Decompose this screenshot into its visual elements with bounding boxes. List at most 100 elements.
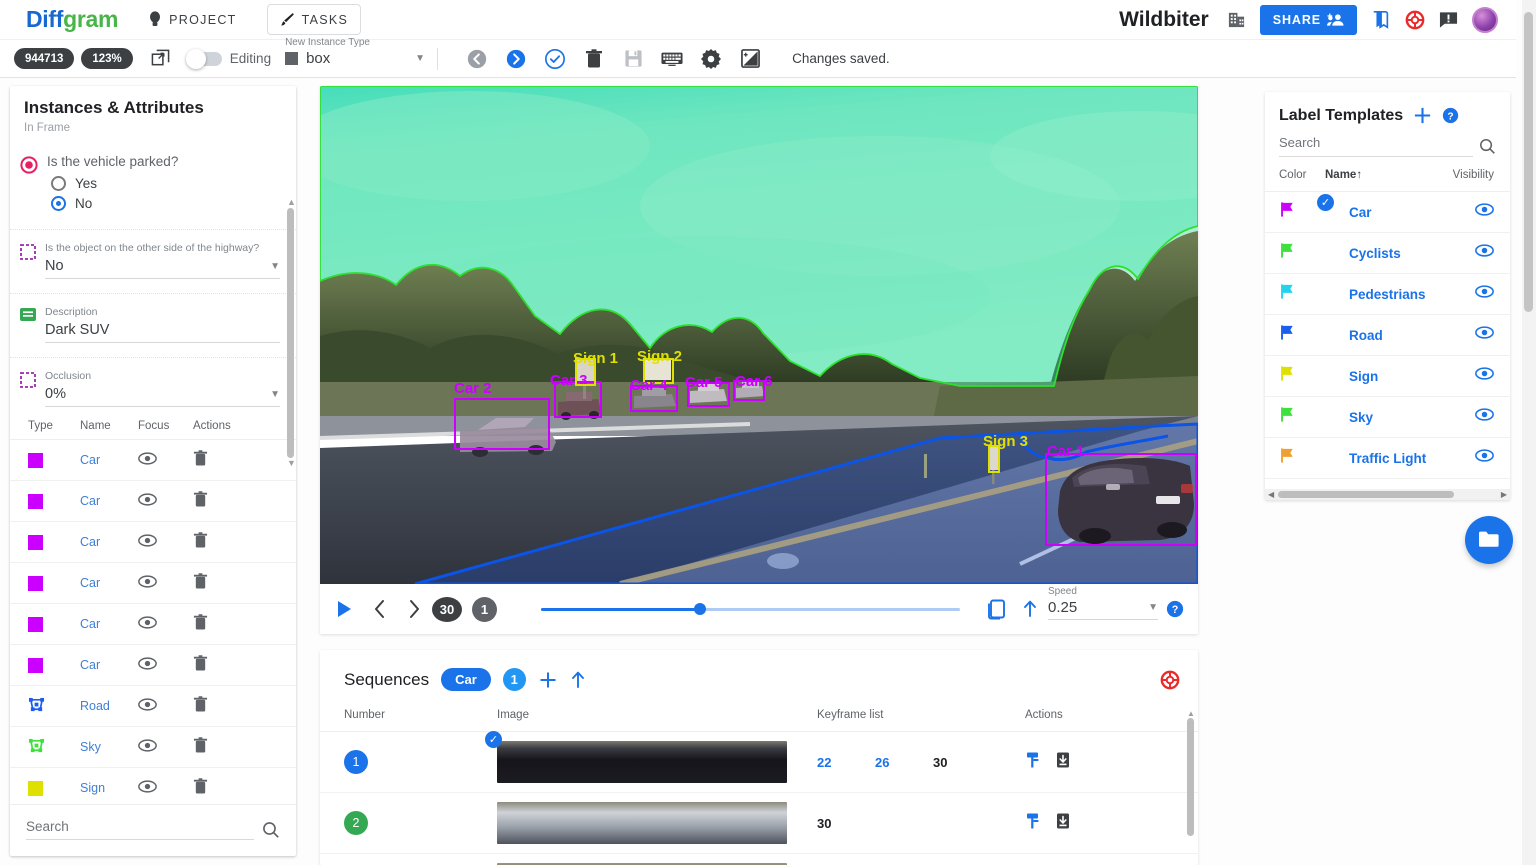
upload-icon[interactable] xyxy=(1022,599,1038,619)
annotation-bbox[interactable] xyxy=(1045,453,1197,546)
attribute-select-other-side[interactable]: No ▼ xyxy=(45,256,280,279)
label-search-input[interactable] xyxy=(1279,135,1473,157)
annotation-bbox[interactable] xyxy=(630,385,678,412)
task-id-badge[interactable]: 944713 xyxy=(14,48,75,69)
speed-select[interactable]: Speed 0.25 ▼ xyxy=(1048,586,1158,620)
attribute-select-occlusion[interactable]: 0% ▼ xyxy=(45,384,280,407)
keyframe-item[interactable]: 26 xyxy=(875,755,933,770)
delete-instance-icon[interactable] xyxy=(193,532,208,552)
delete-instance-icon[interactable] xyxy=(193,491,208,511)
visibility-eye-icon[interactable] xyxy=(1440,285,1500,303)
instance-row[interactable]: Car xyxy=(10,440,296,481)
sequence-upload-icon[interactable] xyxy=(570,670,586,690)
label-templates-hscrollbar[interactable]: ◀ ▶ xyxy=(1265,489,1510,500)
annotation-bbox[interactable] xyxy=(643,358,674,384)
annotation-bbox[interactable] xyxy=(733,380,765,401)
page-scrollbar[interactable] xyxy=(1522,0,1536,865)
split-sequence-icon[interactable] xyxy=(1025,751,1041,774)
visibility-eye-icon[interactable] xyxy=(1440,449,1500,467)
save-icon[interactable] xyxy=(622,48,644,70)
search-input[interactable] xyxy=(26,819,254,840)
previous-icon[interactable] xyxy=(466,48,488,70)
scroll-left-arrow-icon[interactable]: ◀ xyxy=(1268,490,1274,499)
step-back-icon[interactable] xyxy=(372,599,388,619)
download-sequence-icon[interactable] xyxy=(1055,751,1071,774)
column-name-sort[interactable]: Name↑ xyxy=(1325,169,1440,181)
fullscreen-icon[interactable] xyxy=(150,48,172,70)
instance-row[interactable]: Car xyxy=(10,563,296,604)
lifesaver-icon[interactable] xyxy=(1405,10,1425,30)
add-label-template-icon[interactable] xyxy=(1413,106,1432,125)
nav-tasks-button[interactable]: TASKS xyxy=(266,4,362,35)
book-icon[interactable] xyxy=(1371,10,1391,30)
label-template-row[interactable]: Sign xyxy=(1265,356,1510,397)
label-template-row[interactable]: Cyclists xyxy=(1265,233,1510,274)
focus-eye-icon[interactable] xyxy=(138,575,157,591)
search-icon[interactable] xyxy=(262,821,280,839)
play-icon[interactable] xyxy=(334,599,354,619)
visibility-eye-icon[interactable] xyxy=(1440,203,1500,221)
sequence-thumbnail[interactable] xyxy=(497,802,787,844)
delete-instance-icon[interactable] xyxy=(193,778,208,798)
sequence-thumbnail[interactable]: ✓ xyxy=(485,731,787,783)
focus-eye-icon[interactable] xyxy=(138,493,157,509)
label-template-row[interactable]: Pedestrians xyxy=(1265,274,1510,315)
delete-instance-icon[interactable] xyxy=(193,737,208,757)
settings-icon[interactable] xyxy=(700,48,722,70)
sequence-count-chip[interactable]: 1 xyxy=(502,668,526,691)
delete-instance-icon[interactable] xyxy=(193,614,208,634)
annotation-bbox[interactable] xyxy=(554,381,602,418)
seek-slider[interactable] xyxy=(541,600,960,618)
label-template-row[interactable]: Road xyxy=(1265,315,1510,356)
annotation-image[interactable]: Car 2 Car 3 Sign 1 Sign 2 Car 4 Car 5 Car 6 Sig… xyxy=(320,86,1198,584)
delete-instance-icon[interactable] xyxy=(193,450,208,470)
attribute-input-description[interactable]: Dark SUV xyxy=(45,320,280,343)
instance-row[interactable]: Car xyxy=(10,481,296,522)
sequence-row[interactable]: 2 30 xyxy=(320,793,1198,854)
current-frame-badge[interactable]: 30 xyxy=(432,596,462,622)
focus-eye-icon[interactable] xyxy=(138,657,157,673)
brightness-icon[interactable] xyxy=(739,48,761,70)
help-icon[interactable]: ? xyxy=(1442,107,1459,124)
step-forward-icon[interactable] xyxy=(406,599,422,619)
focus-eye-icon[interactable] xyxy=(138,780,157,796)
focus-eye-icon[interactable] xyxy=(138,452,157,468)
hscroll-thumb[interactable] xyxy=(1278,491,1455,498)
building-icon[interactable] xyxy=(1227,10,1246,29)
focus-eye-icon[interactable] xyxy=(138,698,157,714)
instance-row[interactable]: Road xyxy=(10,686,296,727)
share-button[interactable]: SHARE xyxy=(1259,4,1357,35)
focus-eye-icon[interactable] xyxy=(138,616,157,632)
frame-count-badge[interactable]: 1 xyxy=(472,596,497,622)
radio-option-yes[interactable]: Yes xyxy=(51,176,280,191)
add-sequence-icon[interactable] xyxy=(538,670,558,690)
avatar[interactable] xyxy=(1472,6,1498,33)
sequence-label-chip[interactable]: Car xyxy=(441,668,491,691)
scroll-right-arrow-icon[interactable]: ▶ xyxy=(1501,490,1507,499)
keyframe-item[interactable]: 30 xyxy=(817,816,875,831)
sequences-scrollbar[interactable]: ▲ xyxy=(1187,710,1195,859)
lifesaver-icon[interactable] xyxy=(1160,670,1180,690)
delete-instance-icon[interactable] xyxy=(193,655,208,675)
visibility-eye-icon[interactable] xyxy=(1440,408,1500,426)
label-template-row[interactable]: Traffic Light xyxy=(1265,438,1510,479)
split-sequence-icon[interactable] xyxy=(1025,812,1041,835)
zoom-level-badge[interactable]: 123% xyxy=(81,48,133,69)
search-icon[interactable] xyxy=(1479,138,1496,155)
visibility-eye-icon[interactable] xyxy=(1440,367,1500,385)
keyboard-icon[interactable] xyxy=(661,48,683,70)
instance-row[interactable]: Car xyxy=(10,522,296,563)
sequence-row[interactable]: 1 ✓ 22 26 30 xyxy=(320,731,1198,793)
annotation-bbox[interactable] xyxy=(454,398,550,450)
delete-instance-icon[interactable] xyxy=(193,696,208,716)
label-template-row[interactable]: Sky xyxy=(1265,397,1510,438)
focus-eye-icon[interactable] xyxy=(138,534,157,550)
editing-toggle[interactable] xyxy=(185,48,222,69)
instance-row[interactable]: Sky xyxy=(10,727,296,768)
keyframe-item[interactable]: 22 xyxy=(817,755,875,770)
visibility-eye-icon[interactable] xyxy=(1440,244,1500,262)
instance-row[interactable]: Car xyxy=(10,604,296,645)
delete-icon[interactable] xyxy=(583,48,605,70)
sequence-row[interactable]: 3 xyxy=(320,854,1198,865)
nav-project-button[interactable]: PROJECT xyxy=(136,4,248,35)
